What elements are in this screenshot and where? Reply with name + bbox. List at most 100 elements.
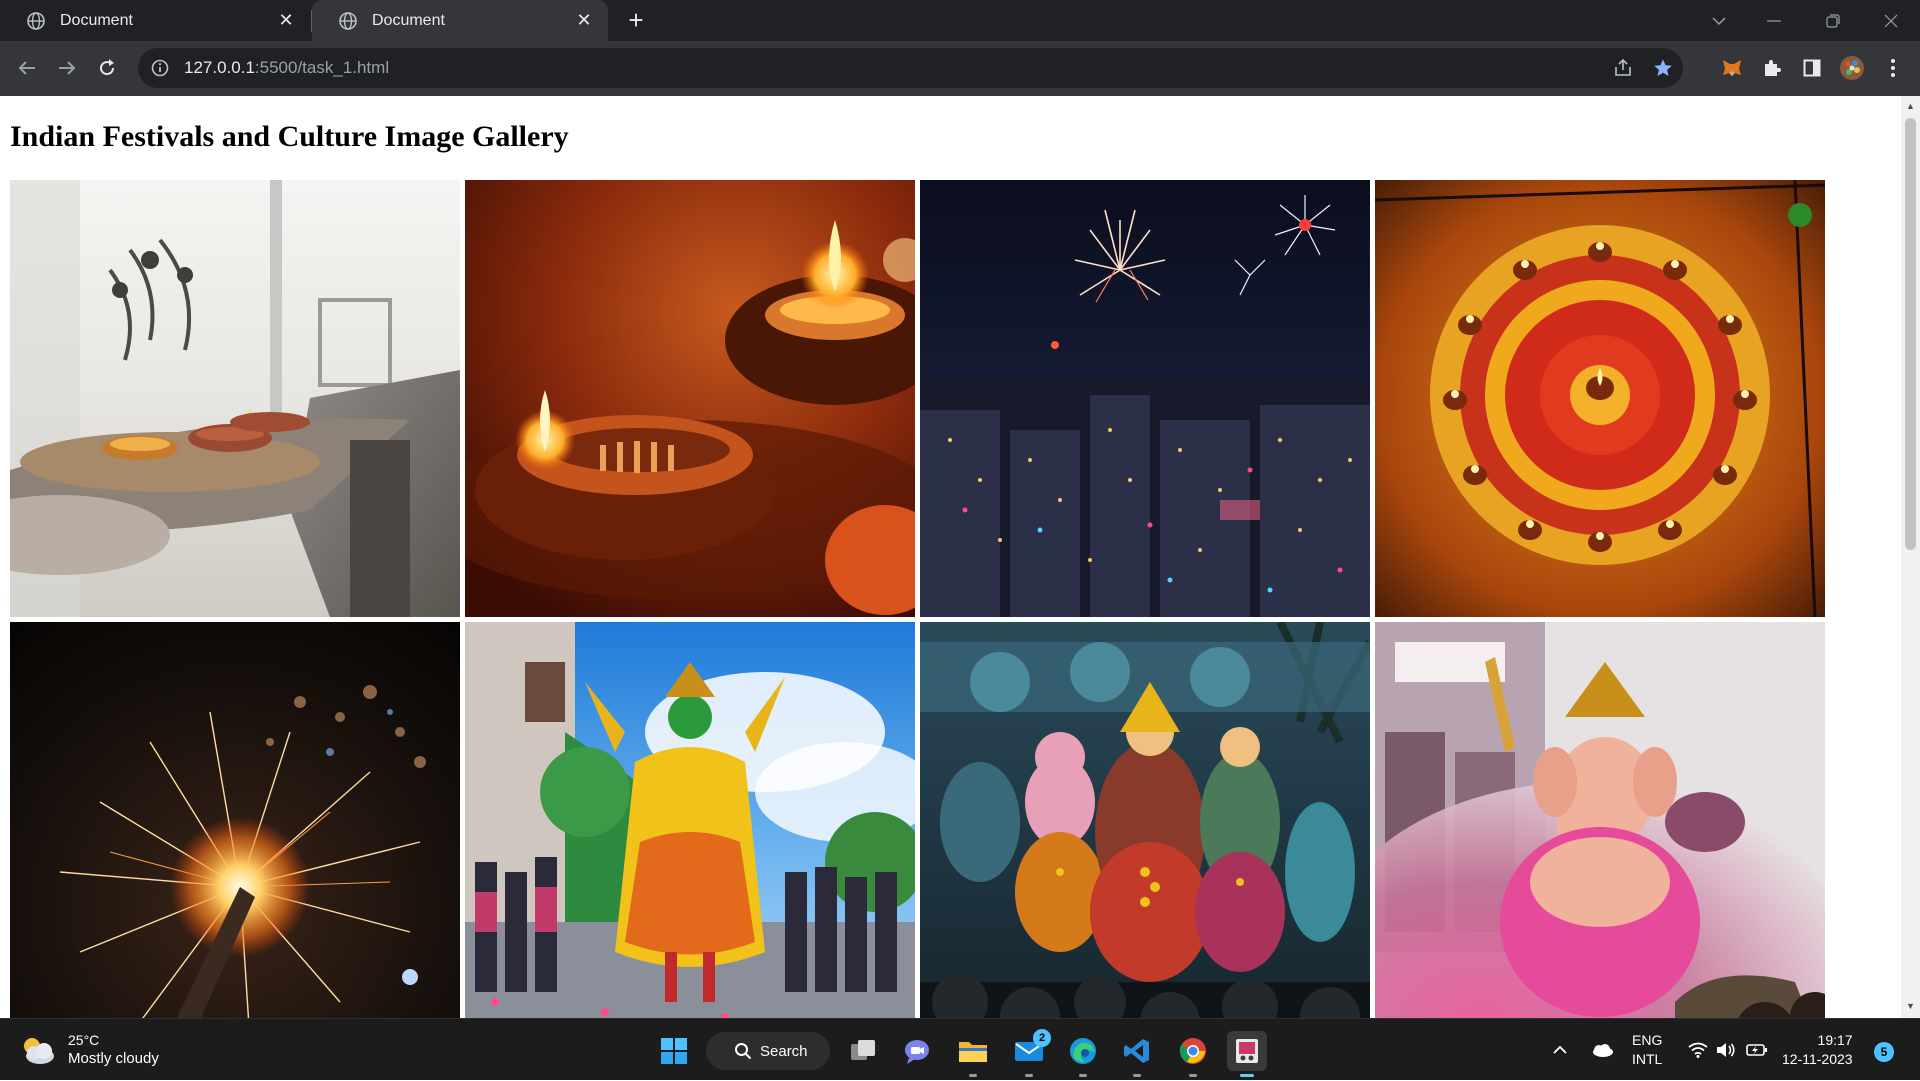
keyboard-layout: INTL	[1632, 1051, 1663, 1067]
diya-table-photo	[10, 180, 460, 617]
weather-condition: Mostly cloudy	[68, 1050, 159, 1067]
edge-button[interactable]	[1063, 1031, 1103, 1077]
back-button[interactable]	[12, 53, 42, 83]
chevron-up-icon	[1553, 1045, 1567, 1054]
tab-search-chevron-icon[interactable]	[1690, 0, 1748, 41]
side-panel-icon[interactable]	[1798, 54, 1826, 82]
app-running-indicator	[1025, 1074, 1033, 1077]
notification-count-badge[interactable]: 5	[1874, 1042, 1894, 1062]
close-icon[interactable]: ✕	[574, 10, 594, 31]
snipping-tool-icon	[1236, 1039, 1258, 1063]
tab-document-1[interactable]: Document ✕	[0, 0, 310, 41]
clock-time: 19:17	[1817, 1032, 1853, 1048]
weather-widget[interactable]: 25°C Mostly cloudy	[20, 1031, 159, 1069]
profile-avatar[interactable]	[1838, 54, 1866, 82]
scroll-thumb[interactable]	[1905, 118, 1916, 550]
task-view-icon	[851, 1040, 875, 1060]
chrome-browser-icon	[1179, 1038, 1206, 1064]
gallery-image-diyas-table[interactable]	[10, 180, 460, 617]
task-view-button[interactable]	[843, 1031, 883, 1071]
more-menu-icon[interactable]	[1879, 54, 1907, 82]
windows-taskbar: 25°C Mostly cloudy Search 2 ENG INTL 19:…	[0, 1018, 1920, 1080]
url-path: :5500/task_1.html	[254, 58, 390, 77]
chat-icon	[905, 1040, 929, 1064]
rangoli-photo	[1375, 180, 1825, 617]
bookmark-star-icon[interactable]	[1643, 48, 1683, 88]
gallery-image-kathakali[interactable]	[465, 622, 915, 1018]
taskbar-search[interactable]: Search	[706, 1032, 830, 1070]
search-icon	[735, 1043, 752, 1060]
app-running-indicator	[969, 1074, 977, 1077]
minimize-button[interactable]	[1745, 0, 1803, 41]
arrow-left-icon	[18, 61, 35, 75]
cloudy-weather-icon	[24, 1038, 54, 1064]
battery-charging-icon[interactable]	[1746, 1019, 1768, 1081]
browser-tab-strip: Document ✕ Document ✕ +	[0, 0, 1920, 41]
input-language[interactable]: ENG INTL	[1632, 1031, 1662, 1069]
mail-button[interactable]: 2	[1009, 1029, 1051, 1077]
tab-title: Document	[372, 11, 445, 29]
onedrive-cloud-icon[interactable]	[1590, 1019, 1614, 1081]
kathakali-photo	[465, 622, 915, 1018]
scroll-down-arrow-icon[interactable]: ▼	[1906, 1002, 1915, 1011]
close-window-button[interactable]	[1862, 0, 1920, 41]
gallery-image-sparkler[interactable]	[10, 622, 460, 1018]
ganesh-photo	[1375, 622, 1825, 1018]
gallery-image-fireworks-city[interactable]	[920, 180, 1370, 617]
weather-temperature: 25°C	[68, 1032, 100, 1048]
globe-icon	[339, 11, 357, 30]
tab-title: Document	[60, 11, 133, 29]
chrome-button[interactable]	[1173, 1031, 1213, 1077]
lit-diyas-photo	[465, 180, 915, 617]
page-viewport: Indian Festivals and Culture Image Galle…	[0, 96, 1901, 1018]
arrow-right-icon	[59, 61, 76, 75]
sparkler-photo	[10, 622, 460, 1018]
vscode-button[interactable]	[1117, 1031, 1157, 1077]
gallery-image-ganesh[interactable]	[1375, 622, 1825, 1018]
wifi-icon[interactable]	[1688, 1019, 1708, 1081]
app-running-indicator	[1189, 1074, 1197, 1077]
file-explorer-button[interactable]	[953, 1031, 993, 1077]
fireworks-city-photo	[920, 180, 1370, 617]
browser-toolbar: 127.0.0.1:5500/task_1.html	[0, 41, 1920, 96]
page-scrollbar[interactable]: ▲ ▼	[1901, 96, 1920, 1018]
address-bar[interactable]: 127.0.0.1:5500/task_1.html	[138, 48, 1683, 88]
metamask-fox-icon[interactable]	[1718, 54, 1746, 82]
volume-icon[interactable]	[1716, 1019, 1736, 1081]
language-code: ENG	[1632, 1032, 1663, 1048]
page-title: Indian Festivals and Culture Image Galle…	[10, 120, 569, 153]
image-gallery	[10, 180, 1826, 1018]
clock-date: 12-11-2023	[1782, 1051, 1853, 1067]
windows-logo-icon	[661, 1038, 687, 1064]
mail-badge: 2	[1033, 1029, 1051, 1047]
app-running-indicator	[1240, 1074, 1254, 1077]
durga-puja-photo	[920, 622, 1370, 1018]
close-icon[interactable]: ✕	[276, 10, 296, 31]
globe-icon	[27, 11, 45, 30]
reload-button[interactable]	[92, 53, 122, 83]
edge-browser-icon	[1070, 1038, 1096, 1064]
show-hidden-icons-chevron[interactable]	[1552, 1019, 1568, 1081]
gallery-image-rangoli[interactable]	[1375, 180, 1825, 617]
search-label: Search	[760, 1042, 808, 1060]
extensions-puzzle-icon[interactable]	[1758, 54, 1786, 82]
start-button[interactable]	[654, 1031, 694, 1071]
folder-icon	[959, 1042, 987, 1062]
url-host: 127.0.0.1	[184, 58, 255, 77]
app-running-indicator	[1079, 1074, 1087, 1077]
gallery-image-lit-diyas[interactable]	[465, 180, 915, 617]
app-running-indicator	[1133, 1074, 1141, 1077]
vscode-icon	[1124, 1039, 1149, 1063]
gallery-image-durga-puja[interactable]	[920, 622, 1370, 1018]
forward-button[interactable]	[52, 53, 82, 83]
share-icon[interactable]	[1603, 48, 1643, 88]
reload-icon	[100, 59, 115, 76]
teams-chat-button[interactable]	[897, 1031, 937, 1071]
info-icon[interactable]	[150, 58, 170, 78]
tab-document-2[interactable]: Document ✕	[312, 0, 608, 41]
system-clock[interactable]: 19:17 12-11-2023	[1782, 1031, 1853, 1069]
new-tab-button[interactable]: +	[622, 7, 650, 34]
active-app-button[interactable]	[1227, 1031, 1267, 1077]
restore-button[interactable]	[1804, 0, 1862, 41]
scroll-up-arrow-icon[interactable]: ▲	[1906, 102, 1915, 111]
